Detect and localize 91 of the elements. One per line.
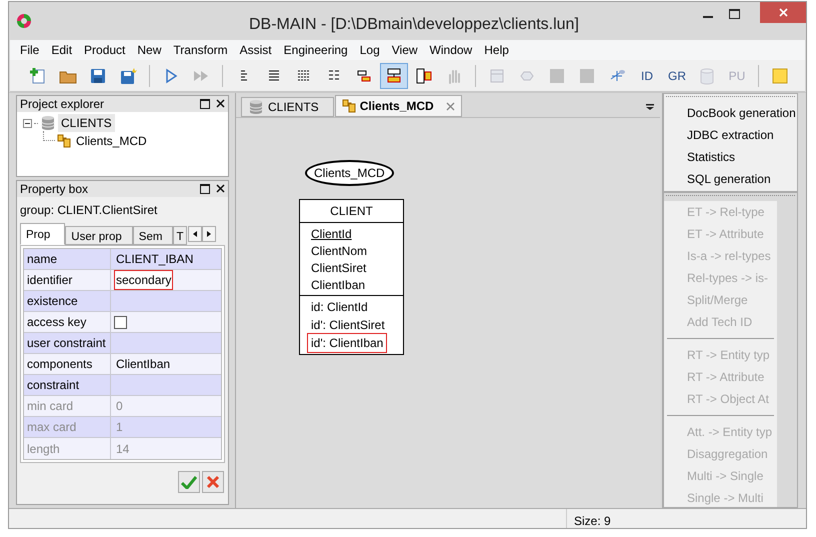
tab[interactable]: CLIENTS — [241, 97, 334, 117]
entity-box[interactable]: CLIENT ClientId ClientNom ClientSiret ClientIban id: ClientId id': ClientSiret id': ClientIban — [299, 199, 404, 355]
attribute-name: ClientNom — [311, 244, 368, 258]
grip-handle[interactable] — [666, 195, 795, 199]
grip-handle[interactable] — [666, 96, 795, 100]
left-arrow-icon — [193, 231, 198, 237]
property-subject: group: CLIENT.ClientSiret — [19, 202, 158, 219]
menu-item[interactable]: Product — [78, 41, 132, 59]
tree-item[interactable]: Clients_MCD — [73, 132, 150, 150]
menu-item[interactable]: New — [131, 41, 168, 59]
schema-ellipse[interactable]: Clients_MCD — [305, 160, 394, 186]
close-button[interactable] — [760, 2, 806, 23]
menu-item[interactable]: Engineering — [278, 41, 354, 59]
maximize-icon[interactable] — [729, 9, 740, 19]
toolbar-button[interactable]: ID — [633, 62, 661, 88]
restore-icon[interactable] — [200, 184, 210, 194]
menu-item[interactable]: Edit — [45, 41, 78, 59]
cancel-button[interactable] — [202, 471, 224, 493]
checkbox[interactable] — [114, 316, 127, 328]
tab[interactable]: Prop — [20, 223, 66, 245]
property-name: components — [24, 354, 111, 374]
toolbar-button[interactable]: GR — [663, 62, 691, 88]
save-icon — [89, 66, 107, 84]
menu-item[interactable]: Log — [354, 41, 386, 59]
note-icon — [771, 66, 789, 84]
side-boxes-icon — [415, 66, 433, 84]
minus-icon — [25, 122, 30, 124]
panel-item[interactable]: Statistics — [664, 146, 797, 168]
panel-title: Property box — [20, 181, 88, 198]
tab[interactable]: T — [173, 226, 188, 245]
new-file-icon — [29, 66, 47, 84]
right-arrow-icon — [207, 231, 212, 237]
cylinder-icon — [698, 66, 716, 84]
menu-item[interactable]: Help — [478, 41, 515, 59]
property-name: max card — [24, 417, 111, 437]
linked-boxes-icon — [385, 66, 403, 84]
attribute-name: ClientSiret — [311, 261, 366, 275]
property-name: identifier — [24, 270, 111, 290]
square-icon — [548, 66, 566, 84]
menu-item[interactable]: Transform — [167, 41, 234, 59]
database-icon — [40, 115, 56, 131]
tab[interactable]: User prop — [65, 226, 133, 245]
toolbar-button[interactable] — [380, 62, 408, 88]
menu-item[interactable]: Assist — [234, 41, 278, 59]
identifier-group: id: ClientId — [307, 297, 372, 317]
scroll-left-button[interactable] — [188, 226, 202, 242]
panel-title: Project explorer — [20, 96, 104, 113]
schema-icon — [342, 99, 356, 113]
panel-item[interactable]: JDBC extraction — [664, 124, 797, 146]
collapse-toggle[interactable] — [23, 118, 32, 128]
menu-item[interactable]: File — [14, 41, 46, 59]
tab[interactable]: Clients_MCD — [334, 95, 462, 117]
panel-item[interactable]: DocBook generation — [664, 102, 797, 124]
app-logo-icon — [16, 13, 32, 29]
property-value[interactable]: CLIENT_IBAN — [114, 249, 196, 269]
panel-item[interactable]: SQL generation — [664, 168, 797, 190]
tree-item[interactable]: CLIENTS — [58, 114, 115, 132]
property-value[interactable]: ClientIban — [114, 354, 172, 374]
property-name: existence — [24, 291, 111, 311]
identifier-group: id': ClientIban — [307, 333, 388, 353]
cross-icon — [206, 475, 220, 489]
property-name: user constraint — [24, 333, 111, 353]
property-name: constraint — [24, 375, 111, 395]
entity-name: CLIENT — [300, 200, 403, 223]
checkmark-icon — [181, 475, 197, 489]
minimize-icon[interactable] — [703, 16, 713, 19]
window-title: DB-MAIN - [D:\DBmain\developpez\clients.lun] — [249, 15, 579, 35]
property-name: access key — [24, 312, 111, 332]
save-star-icon — [119, 66, 137, 84]
status-text: Size: 9 — [573, 513, 611, 528]
menu-item[interactable]: View — [386, 41, 424, 59]
tab[interactable]: Sem — [132, 226, 174, 245]
square-icon — [578, 66, 596, 84]
dropdown-icon[interactable] — [646, 104, 654, 110]
property-name: length — [24, 438, 111, 459]
close-icon — [778, 8, 788, 17]
close-icon[interactable] — [216, 99, 225, 108]
schema-icon — [57, 134, 71, 148]
database-icon — [248, 99, 264, 115]
property-name: name — [24, 249, 111, 269]
property-name: min card — [24, 396, 111, 416]
scroll-right-button[interactable] — [202, 226, 216, 242]
restore-icon[interactable] — [200, 99, 210, 109]
menu-item[interactable]: Window — [424, 41, 478, 59]
property-value[interactable]: secondary — [114, 270, 174, 290]
attribute-name: ClientId — [311, 227, 352, 241]
attribute-name: ClientIban — [311, 278, 366, 292]
apply-button[interactable] — [178, 471, 200, 493]
close-icon[interactable] — [216, 184, 225, 193]
entity-box-icon — [488, 66, 506, 84]
identifier-group: id': ClientSiret — [307, 315, 389, 335]
